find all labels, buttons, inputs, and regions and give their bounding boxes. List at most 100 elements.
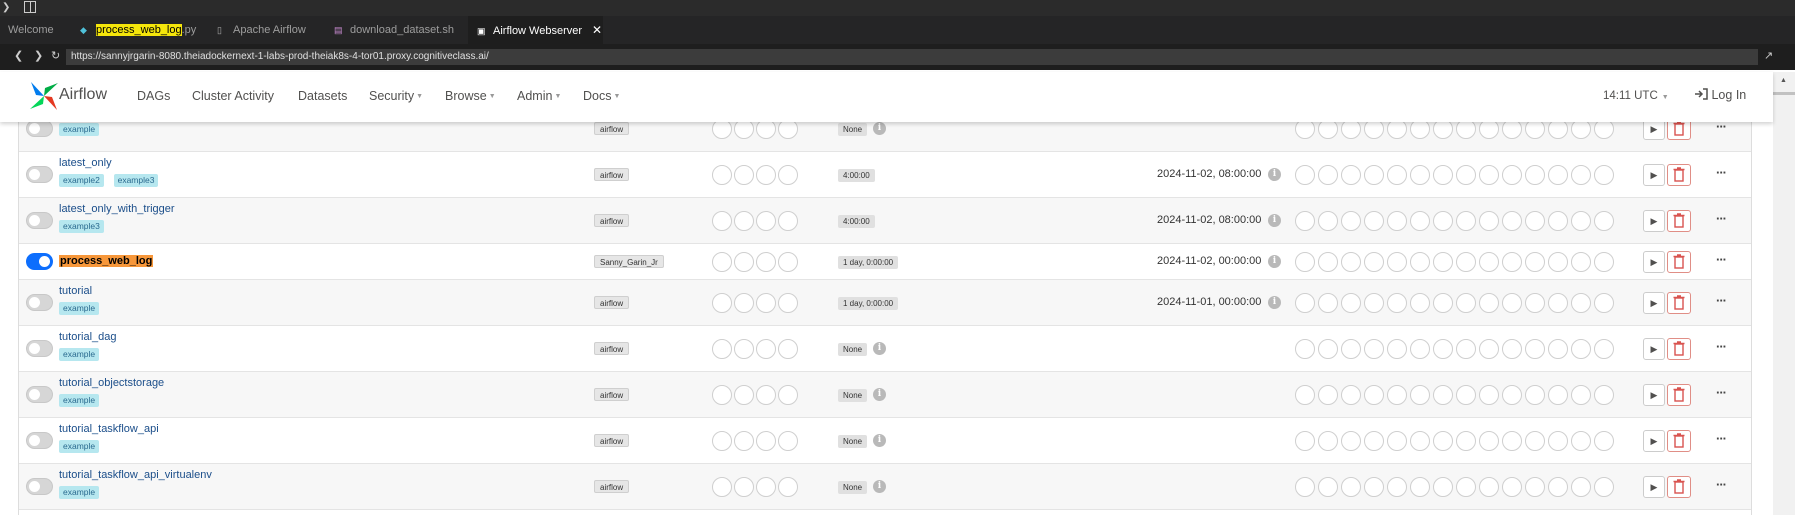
- run-status-circle[interactable]: [712, 431, 732, 451]
- delete-dag-button[interactable]: [1667, 292, 1691, 314]
- task-status-circle[interactable]: [1364, 252, 1384, 272]
- dag-name-link[interactable]: tutorial_taskflow_api_virtualenv: [59, 469, 212, 481]
- airflow-logo-icon[interactable]: [28, 80, 60, 112]
- task-status-circle[interactable]: [1433, 293, 1453, 313]
- task-status-circle[interactable]: [1295, 165, 1315, 185]
- nav-item-cluster-activity[interactable]: Cluster Activity: [192, 89, 274, 103]
- more-actions-icon[interactable]: ···: [1716, 211, 1727, 226]
- task-status-circle[interactable]: [1479, 431, 1499, 451]
- more-actions-icon[interactable]: ···: [1716, 385, 1727, 400]
- task-status-circle[interactable]: [1410, 122, 1430, 139]
- info-icon[interactable]: i: [1268, 296, 1281, 309]
- task-status-circle[interactable]: [1318, 252, 1338, 272]
- task-status-circle[interactable]: [1341, 477, 1361, 497]
- task-status-circle[interactable]: [1456, 385, 1476, 405]
- task-status-circle[interactable]: [1548, 339, 1568, 359]
- run-status-circle[interactable]: [756, 477, 776, 497]
- task-status-circle[interactable]: [1525, 252, 1545, 272]
- tag-badge[interactable]: example: [59, 394, 100, 407]
- login-link[interactable]: Log In: [1694, 88, 1746, 102]
- close-icon[interactable]: ✕: [592, 23, 602, 37]
- task-status-circle[interactable]: [1479, 252, 1499, 272]
- delete-dag-button[interactable]: [1667, 251, 1691, 273]
- task-status-circle[interactable]: [1433, 385, 1453, 405]
- task-status-circle[interactable]: [1479, 293, 1499, 313]
- task-status-circle[interactable]: [1295, 293, 1315, 313]
- refresh-icon[interactable]: ↻: [51, 49, 60, 62]
- task-status-circle[interactable]: [1571, 252, 1591, 272]
- trigger-dag-button[interactable]: ▶: [1643, 430, 1665, 452]
- task-status-circle[interactable]: [1571, 165, 1591, 185]
- task-status-circle[interactable]: [1479, 477, 1499, 497]
- nav-item-admin[interactable]: Admin ▼: [517, 89, 561, 103]
- task-status-circle[interactable]: [1456, 339, 1476, 359]
- brand-name[interactable]: Airflow: [59, 86, 107, 104]
- task-status-circle[interactable]: [1548, 165, 1568, 185]
- task-status-circle[interactable]: [1456, 211, 1476, 231]
- run-status-circle[interactable]: [712, 252, 732, 272]
- tab-airflow-webserver[interactable]: ▣ Airflow Webserver ✕: [468, 16, 603, 44]
- task-status-circle[interactable]: [1594, 431, 1614, 451]
- tag-badge[interactable]: example3: [113, 174, 159, 187]
- task-status-circle[interactable]: [1525, 165, 1545, 185]
- more-actions-icon[interactable]: ···: [1716, 339, 1727, 354]
- run-status-circle[interactable]: [756, 211, 776, 231]
- dag-name-link[interactable]: tutorial_dag: [59, 331, 117, 343]
- task-status-circle[interactable]: [1502, 477, 1522, 497]
- task-status-circle[interactable]: [1295, 385, 1315, 405]
- task-status-circle[interactable]: [1548, 385, 1568, 405]
- task-status-circle[interactable]: [1364, 385, 1384, 405]
- run-status-circle[interactable]: [756, 385, 776, 405]
- task-status-circle[interactable]: [1502, 165, 1522, 185]
- task-status-circle[interactable]: [1295, 477, 1315, 497]
- task-status-circle[interactable]: [1387, 293, 1407, 313]
- run-status-circle[interactable]: [734, 165, 754, 185]
- task-status-circle[interactable]: [1364, 165, 1384, 185]
- run-status-circle[interactable]: [778, 477, 798, 497]
- task-status-circle[interactable]: [1502, 431, 1522, 451]
- more-actions-icon[interactable]: ···: [1716, 122, 1727, 134]
- task-status-circle[interactable]: [1364, 339, 1384, 359]
- dag-name-link[interactable]: tutorial_objectstorage: [59, 377, 164, 389]
- task-status-circle[interactable]: [1571, 293, 1591, 313]
- task-status-circle[interactable]: [1548, 431, 1568, 451]
- owner-badge[interactable]: airflow: [594, 342, 630, 355]
- task-status-circle[interactable]: [1364, 211, 1384, 231]
- run-status-circle[interactable]: [778, 293, 798, 313]
- task-status-circle[interactable]: [1502, 339, 1522, 359]
- delete-dag-button[interactable]: [1667, 338, 1691, 360]
- more-actions-icon[interactable]: ···: [1716, 477, 1727, 492]
- task-status-circle[interactable]: [1433, 431, 1453, 451]
- more-actions-icon[interactable]: ···: [1716, 252, 1727, 267]
- nav-item-datasets[interactable]: Datasets: [298, 89, 347, 103]
- forward-icon[interactable]: ❯: [34, 49, 43, 62]
- task-status-circle[interactable]: [1341, 165, 1361, 185]
- tag-badge[interactable]: example2: [59, 174, 104, 187]
- task-status-circle[interactable]: [1364, 477, 1384, 497]
- page-scrollbar[interactable]: ▲: [1773, 72, 1795, 515]
- task-status-circle[interactable]: [1410, 431, 1430, 451]
- tab-welcome[interactable]: Welcome: [8, 16, 54, 44]
- trigger-dag-button[interactable]: ▶: [1643, 384, 1665, 406]
- task-status-circle[interactable]: [1594, 122, 1614, 139]
- task-status-circle[interactable]: [1341, 211, 1361, 231]
- task-status-circle[interactable]: [1456, 477, 1476, 497]
- task-status-circle[interactable]: [1479, 211, 1499, 231]
- more-actions-icon[interactable]: ···: [1716, 431, 1727, 446]
- task-status-circle[interactable]: [1479, 385, 1499, 405]
- task-status-circle[interactable]: [1318, 122, 1338, 139]
- run-status-circle[interactable]: [712, 165, 732, 185]
- nav-item-docs[interactable]: Docs ▼: [583, 89, 620, 103]
- task-status-circle[interactable]: [1295, 122, 1315, 139]
- run-status-circle[interactable]: [712, 122, 732, 139]
- run-status-circle[interactable]: [712, 385, 732, 405]
- task-status-circle[interactable]: [1387, 211, 1407, 231]
- trigger-dag-button[interactable]: ▶: [1643, 164, 1665, 186]
- task-status-circle[interactable]: [1548, 211, 1568, 231]
- task-status-circle[interactable]: [1295, 252, 1315, 272]
- task-status-circle[interactable]: [1295, 339, 1315, 359]
- dag-name-link[interactable]: latest_only: [59, 157, 112, 169]
- task-status-circle[interactable]: [1548, 293, 1568, 313]
- open-external-icon[interactable]: ↗: [1764, 49, 1773, 62]
- task-status-circle[interactable]: [1364, 431, 1384, 451]
